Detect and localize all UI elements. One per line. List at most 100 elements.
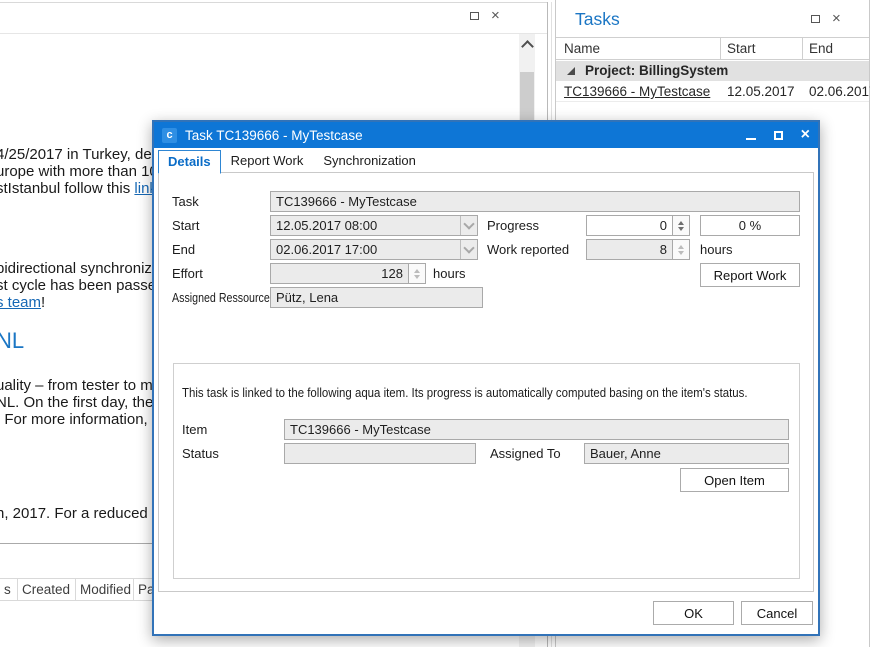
end-value: 02.06.2017 17:00 [276, 242, 377, 257]
doc-text-line: s team! [0, 294, 45, 311]
column-divider [133, 579, 134, 600]
doc-text: ! [41, 294, 45, 311]
report-work-button-label: Report Work [714, 268, 787, 283]
doc-text: n, 2017. For a reduced er [0, 505, 165, 522]
doc-text-line: uality – from tester to mar [0, 377, 166, 394]
column-header-start[interactable]: Start [727, 41, 756, 56]
doc-window-top-border [0, 2, 548, 3]
progress-label: Progress [487, 215, 539, 236]
effort-hours-unit-label: hours [433, 263, 466, 284]
task-end-date: 02.06.2017 [809, 84, 870, 99]
assigned-ressource-value: Pütz, Lena [276, 290, 338, 305]
doc-text: stIstanbul follow this [0, 180, 134, 197]
doc-text: 4/25/2017 in Turkey, deal [0, 146, 163, 163]
status-field [284, 443, 476, 464]
effort-spin-buttons [409, 263, 426, 284]
column-divider [802, 37, 803, 60]
doc-titlebar-divider [0, 33, 548, 34]
tab-synchronization[interactable]: Synchronization [313, 149, 426, 173]
spin-up-icon [678, 245, 684, 249]
item-value: TC139666 - MyTestcase [290, 422, 431, 437]
dialog-controls: × [746, 122, 810, 148]
doc-text: urope with more than 100 [0, 163, 166, 180]
cancel-button[interactable]: Cancel [741, 601, 813, 625]
report-work-button[interactable]: Report Work [700, 263, 800, 287]
doc-heading-nl: NL [0, 328, 24, 354]
work-reported-spin-buttons [673, 239, 690, 260]
task-field: TC139666 - MyTestcase [270, 191, 800, 212]
chevron-down-icon [463, 242, 474, 253]
dropdown-button [460, 240, 477, 259]
doc-text-line: st cycle has been passed [0, 277, 164, 294]
doc-text: NL. On the first day, ther [0, 394, 158, 411]
ok-button[interactable]: OK [653, 601, 734, 625]
column-divider [720, 37, 721, 60]
task-value: TC139666 - MyTestcase [276, 194, 417, 209]
task-link[interactable]: TC139666 - MyTestcase [564, 84, 710, 99]
doc-column-header-created[interactable]: Created [22, 582, 70, 597]
linked-item-note: This task is linked to the following aqu… [182, 385, 748, 400]
doc-text-line: 4/25/2017 in Turkey, deal [0, 146, 163, 163]
table-row: TC139666 - MyTestcase 12.05.2017 02.06.2… [556, 82, 869, 102]
column-divider [17, 579, 18, 600]
scrollbar-up-button[interactable] [519, 34, 535, 54]
start-label: Start [172, 215, 199, 236]
progress-percent-value: 0 % [739, 218, 761, 233]
doc-text-line: . For more information, pl [0, 411, 164, 428]
progress-spin-buttons[interactable] [673, 215, 690, 236]
spin-down-icon [414, 275, 420, 279]
dialog-titlebar: c Task TC139666 - MyTestcase × [154, 122, 818, 148]
maximize-icon[interactable] [470, 12, 479, 20]
tasks-group-row[interactable]: Project: BillingSystem [556, 61, 869, 81]
effort-value: 128 [381, 266, 403, 281]
work-reported-label: Work reported [487, 239, 569, 260]
column-header-end[interactable]: End [809, 41, 833, 56]
doc-text: . For more information, pl [0, 411, 164, 428]
progress-value: 0 [660, 218, 667, 233]
doc-text: bidirectional synchronizat [0, 260, 164, 277]
tasks-grid-header: Name Start End [556, 37, 869, 60]
chevron-up-icon [521, 40, 534, 53]
doc-column-header-modified[interactable]: Modified [80, 582, 131, 597]
open-item-button[interactable]: Open Item [680, 468, 789, 492]
open-item-button-label: Open Item [704, 473, 765, 488]
spin-up-icon[interactable] [678, 221, 684, 225]
spin-down-icon [678, 251, 684, 255]
close-icon[interactable]: × [801, 128, 810, 142]
task-label: Task [172, 191, 199, 212]
status-label: Status [182, 443, 219, 464]
group-label: Project: BillingSystem [585, 63, 728, 78]
work-hours-unit-label: hours [700, 239, 733, 260]
end-date-picker: 02.06.2017 17:00 [270, 239, 478, 260]
column-divider [75, 579, 76, 600]
spin-down-icon[interactable] [678, 227, 684, 231]
start-date-picker: 12.05.2017 08:00 [270, 215, 478, 236]
doc-text: uality – from tester to mar [0, 377, 166, 394]
assigned-ressource-field: Pütz, Lena [270, 287, 483, 308]
dropdown-button [460, 216, 477, 235]
item-field: TC139666 - MyTestcase [284, 419, 789, 440]
item-label: Item [182, 419, 207, 440]
assigned-to-label: Assigned To [490, 443, 561, 464]
progress-spinner[interactable]: 0 [586, 215, 673, 236]
doc-text-line: n, 2017. For a reduced er [0, 505, 165, 522]
task-dialog: c Task TC139666 - MyTestcase × Details R… [152, 120, 820, 636]
close-icon[interactable]: × [832, 14, 841, 24]
assigned-ressource-label: Assigned Ressource [172, 287, 270, 308]
doc-text-line: stIstanbul follow this link. [0, 180, 161, 197]
work-reported-field: 8 [586, 239, 673, 260]
hyperlink[interactable]: s team [0, 294, 41, 311]
tasks-panel-controls: × [811, 14, 841, 24]
dialog-tabstrip: Details Report Work Synchronization [158, 150, 426, 173]
chevron-down-icon [463, 218, 474, 229]
tab-report-work[interactable]: Report Work [221, 149, 314, 173]
maximize-icon[interactable] [811, 15, 820, 23]
doc-column-header[interactable]: s [4, 582, 11, 597]
minimize-icon[interactable] [746, 130, 756, 140]
tab-details[interactable]: Details [158, 150, 221, 174]
close-icon[interactable]: × [491, 11, 500, 21]
dialog-title: Task TC139666 - MyTestcase [185, 128, 363, 143]
assigned-to-field: Bauer, Anne [584, 443, 789, 464]
column-header-name[interactable]: Name [564, 41, 600, 56]
maximize-icon[interactable] [774, 131, 783, 140]
